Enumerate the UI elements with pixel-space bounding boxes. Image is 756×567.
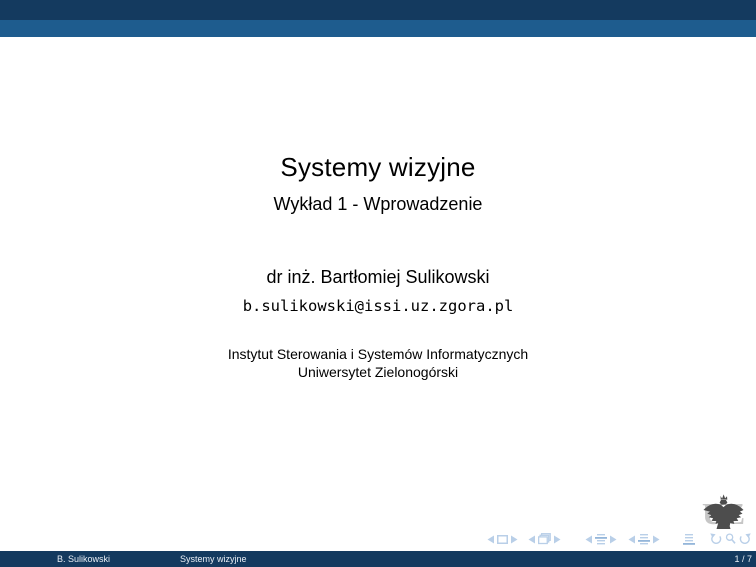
subsection-icon[interactable] <box>595 534 607 545</box>
footer-title: Systemy wizyjne <box>180 551 247 567</box>
next-section-icon[interactable] <box>653 535 660 544</box>
slide-title: Systemy wizyjne <box>0 152 756 183</box>
slide-nav-group <box>487 535 518 544</box>
university-logo: UZ <box>701 493 746 531</box>
author-email: b.sulikowski@issi.uz.zgora.pl <box>0 297 756 315</box>
history-nav-group <box>709 533 752 545</box>
frame-nav-group <box>528 533 561 545</box>
prev-section-icon[interactable] <box>628 535 635 544</box>
beamer-navigation-bar <box>487 532 752 546</box>
uz-logo-graphic: UZ <box>701 493 746 531</box>
institute-block: Instytut Sterowania i Systemów Informaty… <box>0 346 756 381</box>
section-icon[interactable] <box>638 534 650 545</box>
prev-slide-icon[interactable] <box>487 535 494 544</box>
section-nav-group <box>628 534 660 545</box>
next-frame-icon[interactable] <box>554 535 561 544</box>
footer-page-number: 1 / 7 <box>734 551 752 567</box>
appendix-nav-group <box>683 534 695 545</box>
slide-subtitle: Wykład 1 - Wprowadzenie <box>0 194 756 215</box>
prev-subsection-icon[interactable] <box>585 535 592 544</box>
next-subsection-icon[interactable] <box>610 535 617 544</box>
footer-bar: B. Sulikowski Systemy wizyjne 1 / 7 <box>0 551 756 567</box>
institute-line-2: Uniwersytet Zielonogórski <box>0 364 756 382</box>
appendix-icon[interactable] <box>683 534 695 545</box>
find-icon[interactable] <box>725 533 736 545</box>
next-slide-icon[interactable] <box>511 535 518 544</box>
author-name: dr inż. Bartłomiej Sulikowski <box>0 267 756 288</box>
frame-icon[interactable] <box>538 533 551 545</box>
beamer-slide: Systemy wizyjne Wykład 1 - Wprowadzenie … <box>0 0 756 567</box>
footer-author: B. Sulikowski <box>57 551 110 567</box>
prev-frame-icon[interactable] <box>528 535 535 544</box>
forward-icon[interactable] <box>739 533 752 545</box>
back-icon[interactable] <box>709 533 722 545</box>
slide-icon[interactable] <box>497 535 508 544</box>
institute-line-1: Instytut Sterowania i Systemów Informaty… <box>0 346 756 364</box>
subsection-nav-group <box>585 534 617 545</box>
header-bar-light <box>0 20 756 37</box>
header-bar-dark <box>0 0 756 20</box>
